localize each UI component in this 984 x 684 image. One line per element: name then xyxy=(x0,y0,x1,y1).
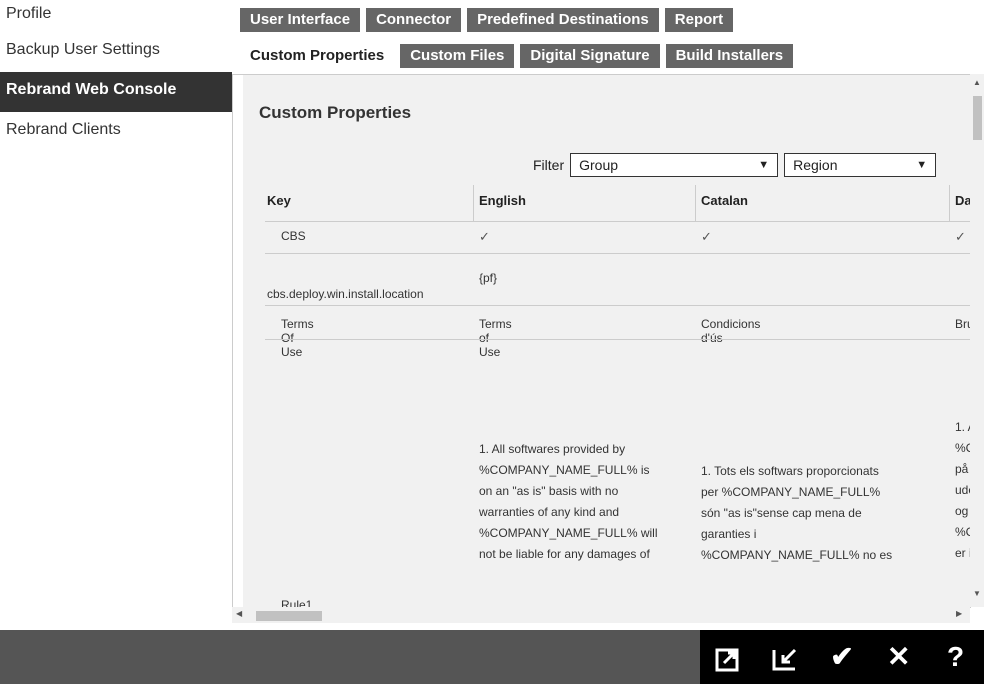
group-select[interactable]: Group ▼ xyxy=(570,153,779,177)
tab-report[interactable]: Report xyxy=(664,8,734,32)
scrollbar-thumb[interactable] xyxy=(256,611,322,621)
row-divider xyxy=(265,339,971,340)
action-bar: ✔ ✕ ? xyxy=(700,630,984,684)
export-icon[interactable] xyxy=(706,630,750,684)
cell-catalan: 1. Tots els softwars proporcionats per %… xyxy=(701,464,893,562)
tab-row-primary: User Interface Connector Predefined Dest… xyxy=(240,8,734,32)
tab-custom-files[interactable]: Custom Files xyxy=(400,44,515,68)
check-icon: ✓ xyxy=(479,229,490,244)
content-panel: Custom Properties Filter Group ▼ Region … xyxy=(232,74,971,608)
tab-custom-properties[interactable]: Custom Properties xyxy=(240,44,395,68)
check-icon: ✓ xyxy=(955,229,966,244)
region-select[interactable]: Region ▼ xyxy=(784,153,937,177)
column-divider xyxy=(695,185,696,221)
tab-digital-signature[interactable]: Digital Signature xyxy=(520,44,660,68)
check-icon: ✓ xyxy=(701,229,712,244)
tab-row-secondary: Custom Properties Custom Files Digital S… xyxy=(240,44,794,68)
tab-predefined-destinations[interactable]: Predefined Destinations xyxy=(467,8,659,32)
sidebar-item-backup-user-settings[interactable]: Backup User Settings xyxy=(0,32,232,72)
region-select-value: Region xyxy=(793,157,838,173)
scroll-down-icon[interactable]: ▼ xyxy=(973,589,981,598)
column-header-key: Key xyxy=(267,193,291,208)
vertical-scrollbar[interactable]: ▲ ▼ xyxy=(970,74,984,607)
group-select-value: Group xyxy=(579,157,619,173)
close-icon[interactable]: ✕ xyxy=(877,630,921,684)
check-icon[interactable]: ✔ xyxy=(820,630,864,684)
column-divider xyxy=(473,185,474,221)
sidebar: Profile Backup User Settings Rebrand Web… xyxy=(0,0,232,630)
scrollbar-thumb[interactable] xyxy=(973,96,982,140)
filter-bar: Filter Group ▼ Region ▼ xyxy=(533,153,937,177)
import-icon[interactable] xyxy=(763,630,807,684)
chevron-down-icon: ▼ xyxy=(916,159,928,171)
sidebar-item-profile[interactable]: Profile xyxy=(0,0,232,32)
custom-properties-section: Custom Properties Filter Group ▼ Region … xyxy=(243,75,971,607)
page-title: Custom Properties xyxy=(259,103,412,122)
filter-label: Filter xyxy=(533,157,565,173)
scroll-right-icon[interactable]: ▶ xyxy=(956,609,962,618)
cell-danish: Bru xyxy=(955,317,971,331)
column-header-english: English xyxy=(479,193,526,208)
row-divider xyxy=(265,253,971,254)
cell-key: Terms Of Use xyxy=(281,317,314,359)
tab-build-installers[interactable]: Build Installers xyxy=(665,44,794,68)
sidebar-item-rebrand-clients[interactable]: Rebrand Clients xyxy=(0,112,232,152)
row-divider xyxy=(265,221,971,222)
cell-english: {pf} xyxy=(479,271,498,285)
help-icon[interactable]: ? xyxy=(934,630,978,684)
cell-danish: 1. A %C på ude og %C er i xyxy=(955,420,971,560)
column-header-danish: Da xyxy=(955,193,971,208)
column-header-catalan: Catalan xyxy=(701,193,748,208)
tab-connector[interactable]: Connector xyxy=(366,8,462,32)
scroll-left-icon[interactable]: ◀ xyxy=(236,609,242,618)
chevron-down-icon: ▼ xyxy=(758,159,770,171)
cell-english: 1. All softwares provided by %COMPANY_NA… xyxy=(479,442,658,561)
column-divider xyxy=(949,185,950,221)
horizontal-scrollbar[interactable]: ◀ ▶ xyxy=(232,607,970,623)
cell-catalan: Condicions d'ús xyxy=(701,317,761,345)
cell-key: cbs.deploy.win.install.location xyxy=(267,287,424,301)
scroll-up-icon[interactable]: ▲ xyxy=(973,78,981,87)
tab-user-interface[interactable]: User Interface xyxy=(240,8,361,32)
cell-key: Rule1 xyxy=(281,598,313,607)
sidebar-item-rebrand-web-console[interactable]: Rebrand Web Console xyxy=(0,72,232,112)
cell-english: Terms of Use xyxy=(479,317,512,359)
row-divider xyxy=(265,305,971,306)
cell-key: CBS xyxy=(281,229,306,243)
